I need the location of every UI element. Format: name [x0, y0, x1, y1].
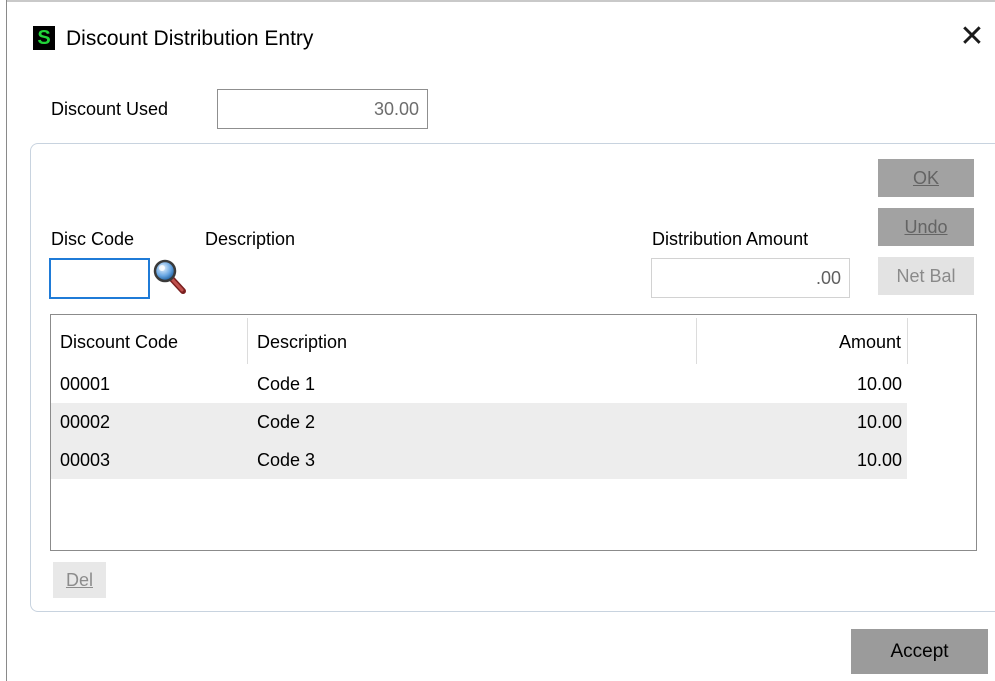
discount-used-field: 30.00	[217, 89, 428, 129]
row-description: Code 3	[257, 450, 316, 470]
search-lookup-icon[interactable]	[152, 258, 188, 296]
disc-code-label: Disc Code	[51, 229, 135, 249]
ok-button[interactable]: OK	[878, 159, 974, 197]
distribution-amount-field[interactable]: .00	[651, 258, 850, 298]
row-description: Code 1	[257, 374, 316, 394]
row-discount-code: 00001	[60, 374, 111, 394]
distribution-amount-label: Distribution Amount	[652, 229, 809, 249]
row-amount: 10.00	[856, 450, 902, 470]
column-divider	[696, 318, 697, 364]
row-description: Code 2	[257, 412, 316, 432]
ok-button-label: OK	[912, 168, 939, 188]
delete-button[interactable]: Del	[53, 562, 106, 598]
undo-button[interactable]: Undo	[878, 208, 974, 246]
column-divider	[907, 318, 908, 364]
disc-code-input[interactable]	[49, 258, 150, 299]
row-amount: 10.00	[856, 412, 902, 432]
accept-button-label: Accept	[890, 641, 949, 662]
column-header-amount[interactable]: Amount	[700, 330, 901, 354]
table-row[interactable]: 00001 Code 1 10.00	[51, 365, 907, 403]
undo-button-label: Undo	[904, 217, 948, 237]
table-row[interactable]: 00003 Code 3 10.00	[51, 441, 907, 479]
row-discount-code: 00002	[60, 412, 111, 432]
row-amount: 10.00	[856, 374, 902, 394]
row-discount-code: 00003	[60, 450, 111, 470]
description-label: Description	[205, 229, 296, 249]
column-header-discount-code[interactable]: Discount Code	[60, 330, 178, 354]
close-icon[interactable]: ✕	[955, 20, 989, 54]
accept-button[interactable]: Accept	[851, 629, 988, 674]
app-logo-icon: S	[33, 26, 55, 50]
table-row[interactable]: 00002 Code 2 10.00	[51, 403, 907, 441]
net-bal-button[interactable]: Net Bal	[878, 257, 974, 295]
net-bal-button-label: Net Bal	[896, 266, 956, 286]
window-title: Discount Distribution Entry	[66, 27, 314, 50]
column-divider	[247, 318, 248, 364]
window-left-edge	[6, 0, 7, 681]
discount-used-label: Discount Used	[51, 99, 169, 119]
column-header-description[interactable]: Description	[257, 330, 347, 354]
delete-button-label: Del	[65, 570, 93, 590]
window-top-edge	[6, 0, 995, 2]
